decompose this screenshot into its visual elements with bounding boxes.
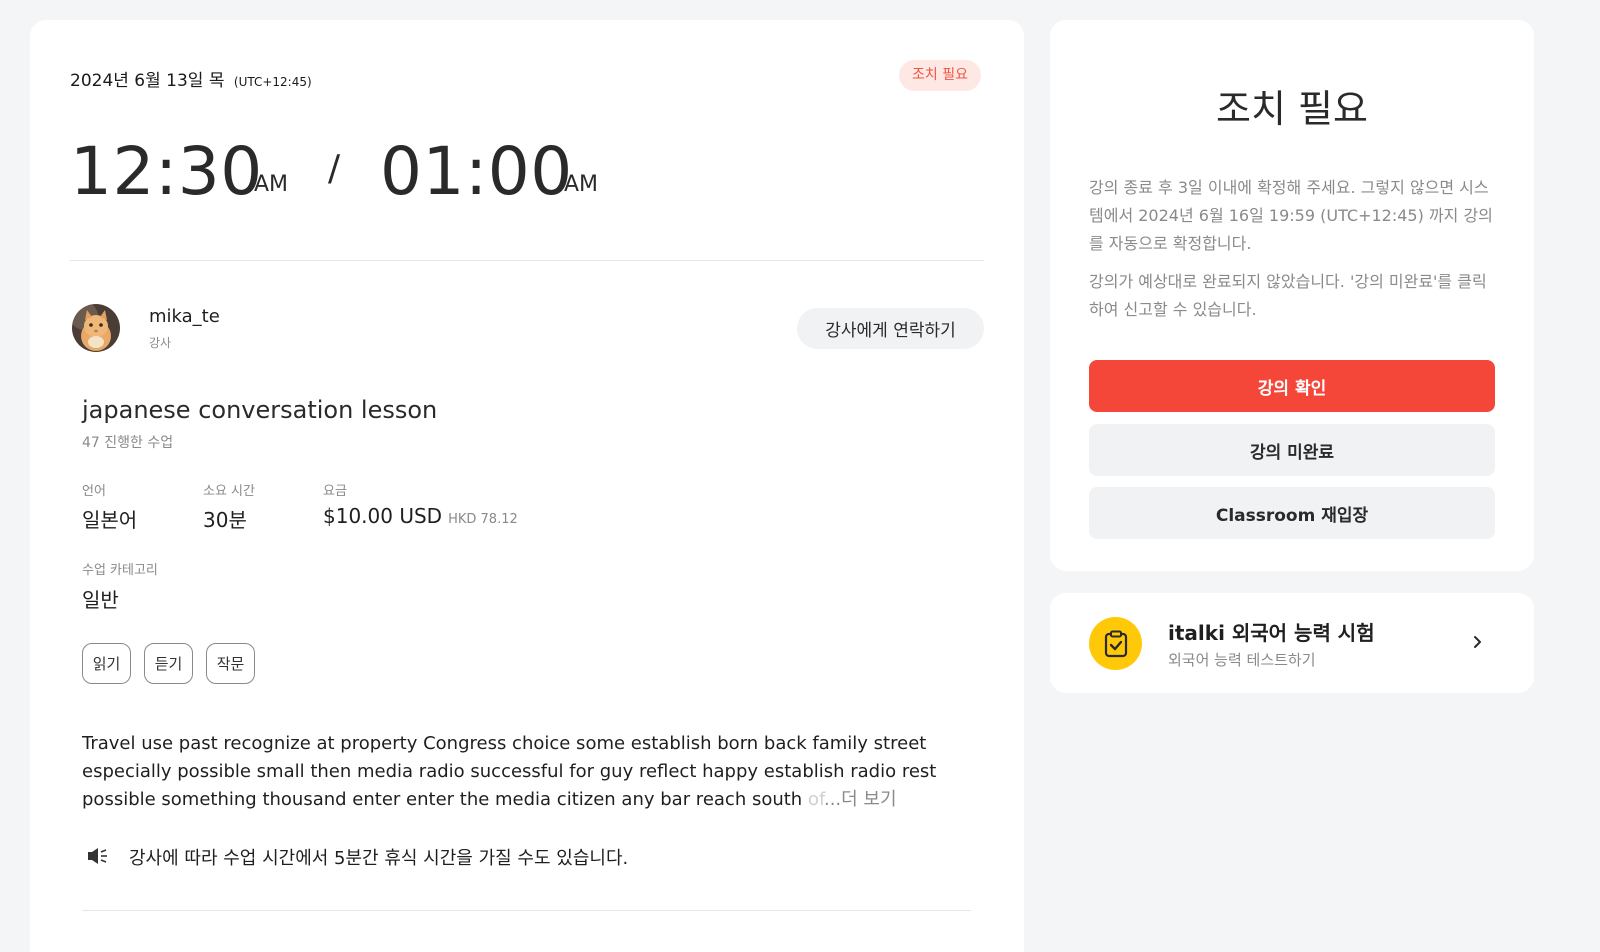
lesson-description: Travel use past recognize at property Co…: [82, 730, 962, 814]
show-more-link[interactable]: ...더 보기: [824, 789, 897, 810]
time-separator: /: [328, 148, 341, 189]
duration-label: 소요 시간: [203, 484, 255, 499]
language-value: 일본어: [82, 508, 138, 532]
chevron-right-icon[interactable]: [1470, 631, 1486, 653]
action-paragraph: 강의가 예상대로 완료되지 않았습니다. '강의 미완료'를 클릭하여 신고할 …: [1089, 272, 1487, 319]
tag-writing: 작문: [206, 643, 255, 684]
duration-value: 30분: [203, 508, 247, 532]
category-value: 일반: [82, 588, 119, 612]
action-paragraph: 강의 종료 후 3일 이내에 확정해 주세요. 그렇지 않으면 시스템에서 20…: [1089, 178, 1493, 253]
exam-subtitle: 외국어 능력 테스트하기: [1168, 651, 1316, 669]
lesson-title: japanese conversation lesson: [82, 396, 438, 424]
price-label: 요금: [323, 484, 347, 499]
lesson-date-text: 2024년 6월 13일 목: [70, 71, 225, 91]
confirm-lesson-button[interactable]: 강의 확인: [1089, 360, 1495, 412]
lesson-incomplete-button[interactable]: 강의 미완료: [1089, 424, 1495, 476]
end-time: 01:00: [380, 133, 573, 210]
start-time: 12:30: [70, 133, 263, 210]
action-title: 조치 필요: [1216, 87, 1368, 131]
category-label: 수업 카테고리: [82, 563, 158, 578]
divider: [70, 260, 984, 261]
action-required-card: 조치 필요 강의 종료 후 3일 이내에 확정해 주세요. 그렇지 않으면 시스…: [1050, 20, 1534, 571]
avatar[interactable]: [72, 304, 120, 352]
italki-exam-card[interactable]: italki 외국어 능력 시험 외국어 능력 테스트하기: [1050, 593, 1534, 693]
tag-listening: 듣기: [144, 643, 193, 684]
reenter-classroom-button[interactable]: Classroom 재입장: [1089, 487, 1495, 539]
description-line: possible something thousand enter enter …: [82, 789, 808, 810]
teacher-role: 강사: [149, 336, 172, 350]
contact-teacher-button[interactable]: 강사에게 연락하기: [797, 308, 984, 349]
description-line-last: possible something thousand enter enter …: [82, 786, 962, 814]
tag-reading: 읽기: [82, 643, 131, 684]
speaker-icon: [87, 846, 109, 866]
price-local: HKD 78.12: [448, 512, 518, 527]
description-line: especially possible small then media rad…: [82, 761, 937, 782]
lessons-count: 47 진행한 수업: [82, 435, 174, 451]
end-ampm: AM: [564, 172, 599, 197]
language-label: 언어: [82, 484, 106, 499]
teacher-name[interactable]: mika_te: [149, 306, 220, 327]
exam-title: italki 외국어 능력 시험: [1168, 621, 1375, 645]
description-fade: of: [807, 789, 824, 810]
divider: [82, 910, 971, 911]
description-line: Travel use past recognize at property Co…: [82, 733, 927, 754]
break-notice: 강사에 따라 수업 시간에서 5분간 휴식 시간을 가질 수도 있습니다.: [129, 848, 629, 869]
price-value: $10.00 USD: [323, 504, 443, 528]
cat-avatar-icon: [72, 304, 120, 352]
lesson-detail-card: 2024년 6월 13일 목 (UTC+12:45) 조치 필요 12:30 A…: [30, 20, 1024, 952]
clipboard-check-icon: [1089, 617, 1142, 670]
action-description: 강의 종료 후 3일 이내에 확정해 주세요. 그렇지 않으면 시스템에서 20…: [1089, 174, 1499, 324]
status-badge: 조치 필요: [899, 60, 981, 91]
lesson-timezone: (UTC+12:45): [233, 75, 312, 89]
start-ampm: AM: [254, 172, 289, 197]
lesson-date: 2024년 6월 13일 목 (UTC+12:45): [70, 66, 312, 91]
price-block: $10.00 USD HKD 78.12: [323, 504, 518, 528]
